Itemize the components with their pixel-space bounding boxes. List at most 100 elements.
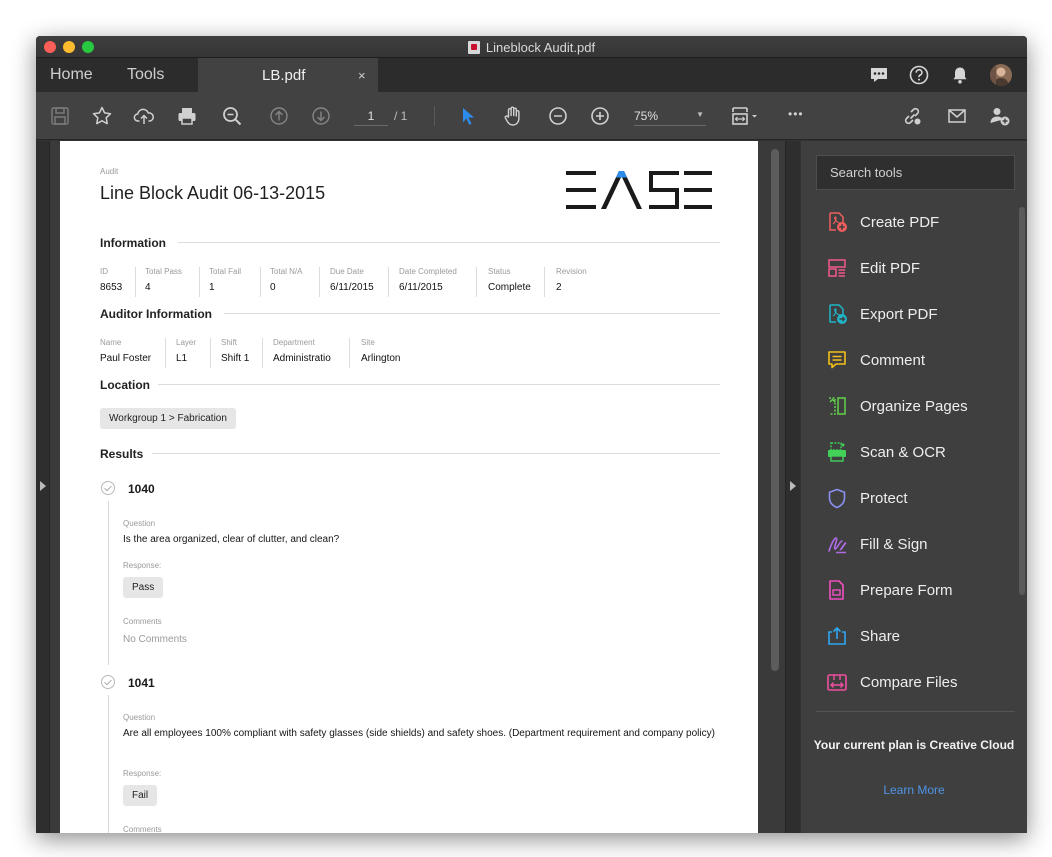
section-rule (178, 242, 720, 243)
document-scrollbar[interactable] (771, 149, 779, 671)
tool-comment[interactable]: Comment (826, 347, 925, 373)
tools-panel-scrollbar[interactable] (1019, 207, 1025, 595)
result-check-icon (101, 481, 115, 495)
field-status: Status Complete (488, 267, 531, 293)
field-divider (319, 267, 320, 297)
comments-label: Comments (123, 617, 162, 626)
prepare-form-icon (829, 580, 844, 600)
field-divider (260, 267, 261, 297)
tool-edit-pdf[interactable]: Edit PDF (826, 255, 920, 281)
page-number-input[interactable]: 1 (354, 109, 388, 126)
question-label: Question (123, 713, 156, 722)
upload-cloud-icon[interactable] (132, 104, 156, 128)
tab-home[interactable]: Home (50, 66, 93, 84)
expand-left-icon (40, 481, 46, 491)
ease-logo (566, 171, 712, 209)
document-viewer: Audit Line Block Audit 06-13-2015 Inform… (36, 141, 800, 833)
expand-right-icon (790, 481, 796, 491)
chat-icon[interactable] (869, 65, 889, 90)
result-timeline (108, 501, 109, 665)
right-pane-toggle[interactable] (785, 141, 800, 833)
select-arrow-icon[interactable] (456, 104, 480, 128)
title-bar: Lineblock Audit.pdf (36, 36, 1027, 58)
tool-label: Fill & Sign (860, 535, 928, 553)
tool-organize-pages[interactable]: Organize Pages (826, 393, 968, 419)
field-divider (199, 267, 200, 297)
result-check-icon (101, 675, 115, 689)
more-tools-button[interactable]: ••• (788, 107, 804, 121)
field-divider (135, 267, 136, 297)
section-rule (152, 453, 720, 454)
document-tab-label: LB.pdf (262, 67, 306, 84)
field-date-completed: Date Completed 6/11/2015 (399, 267, 457, 293)
toolbar: 1 / 1 75% ▼ ••• (36, 92, 1027, 140)
section-rule (224, 313, 720, 314)
left-pane-toggle[interactable] (36, 141, 50, 833)
tool-label: Export PDF (860, 305, 938, 323)
tool-scan-ocr[interactable]: Scan & OCR (826, 439, 946, 465)
close-tab-button[interactable]: × (358, 68, 366, 83)
field-site: Site Arlington (361, 338, 401, 364)
link-icon[interactable] (900, 104, 924, 128)
learn-more-link[interactable]: Learn More (801, 783, 1027, 797)
field-divider (388, 267, 389, 297)
pdf-page: Audit Line Block Audit 06-13-2015 Inform… (60, 141, 758, 833)
edit-pdf-icon (828, 259, 846, 277)
tools-panel: Search tools Create PDF Edit PDF Export … (801, 141, 1027, 833)
location-chip: Workgroup 1 > Fabrication (100, 408, 236, 429)
export-pdf-icon (829, 304, 847, 324)
print-icon[interactable] (175, 104, 199, 128)
response-label: Response: (123, 769, 162, 778)
scan-ocr-icon (828, 442, 846, 462)
question-text: Is the area organized, clear of clutter,… (123, 534, 340, 545)
tool-compare-files[interactable]: Compare Files (826, 669, 958, 695)
field-divider (262, 338, 263, 368)
tool-prepare-form[interactable]: Prepare Form (826, 577, 953, 603)
window-title-group: Lineblock Audit.pdf (36, 36, 1027, 58)
field-revision: Revision 2 (556, 267, 587, 293)
tab-document[interactable]: LB.pdf × (198, 58, 378, 92)
share-icon (828, 626, 846, 645)
next-page-icon[interactable] (309, 104, 333, 128)
tab-tools[interactable]: Tools (127, 66, 164, 84)
result-item-id: 1041 (128, 676, 155, 690)
previous-page-icon[interactable] (267, 104, 291, 128)
tool-label: Create PDF (860, 213, 940, 231)
fit-page-icon[interactable] (729, 104, 761, 128)
tool-share[interactable]: Share (826, 623, 900, 649)
tool-label: Share (860, 627, 901, 645)
tool-create-pdf[interactable]: Create PDF (826, 209, 939, 235)
response-label: Response: (123, 561, 162, 570)
zoom-out-icon[interactable] (546, 104, 570, 128)
help-icon[interactable] (909, 65, 929, 90)
result-item-id: 1040 (128, 482, 155, 496)
window-title: Lineblock Audit.pdf (485, 39, 596, 55)
plan-text: Your current plan is Creative Cloud (813, 738, 1015, 752)
bookmark-star-icon[interactable] (90, 104, 114, 128)
zoom-in-icon[interactable] (588, 104, 612, 128)
tool-export-pdf[interactable]: Export PDF (826, 301, 938, 327)
comment-icon (828, 351, 846, 369)
zoom-level-value: 75% (634, 109, 659, 123)
comments-text: No Comments (123, 634, 187, 645)
tool-label: Organize Pages (860, 397, 968, 415)
field-department: Department Administratio (273, 338, 331, 364)
notifications-bell-icon[interactable] (950, 65, 970, 90)
tool-label: Edit PDF (860, 259, 921, 277)
search-tools-input[interactable]: Search tools (816, 155, 1015, 190)
user-avatar[interactable] (990, 64, 1012, 91)
field-total-fail: Total Fail 1 (209, 267, 242, 293)
tool-protect[interactable]: Protect (826, 485, 908, 511)
tool-fill-sign[interactable]: Fill & Sign (826, 531, 928, 557)
email-icon[interactable] (945, 104, 969, 128)
tool-label: Prepare Form (860, 581, 953, 599)
save-icon[interactable] (48, 104, 72, 128)
zoom-level-select[interactable]: 75% ▼ (634, 109, 706, 126)
add-user-icon[interactable] (988, 104, 1012, 128)
app-window: Lineblock Audit.pdf Home Tools LB.pdf × (36, 36, 1027, 833)
tab-bar: Home Tools LB.pdf × (36, 58, 1027, 92)
zoom-out-search-icon[interactable] (220, 104, 244, 128)
hand-tool-icon[interactable] (500, 104, 524, 128)
field-layer: Layer L1 (176, 338, 197, 364)
question-text: Are all employees 100% compliant with sa… (123, 728, 715, 739)
